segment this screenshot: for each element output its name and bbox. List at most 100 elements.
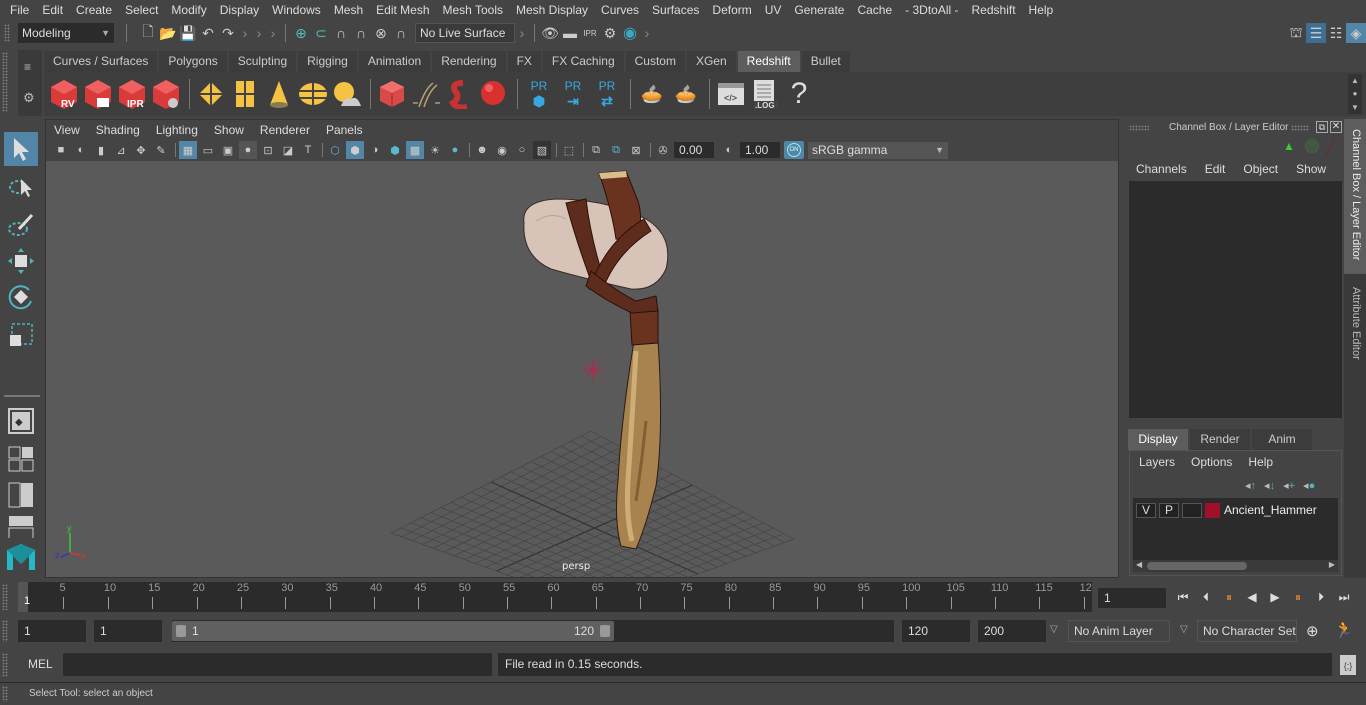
layer-visibility-toggle[interactable]: V <box>1136 502 1156 518</box>
collapse-arrow-icon[interactable]: › <box>266 23 280 43</box>
shelf-tab-rendering[interactable]: Rendering <box>432 51 506 72</box>
new-scene-icon[interactable]: 🗋 <box>138 23 158 43</box>
command-grip[interactable] <box>2 653 8 677</box>
render-view-icon[interactable]: 👁 <box>540 23 560 43</box>
anti-aliasing-icon[interactable]: ○ <box>513 141 531 159</box>
shadows-icon[interactable]: ● <box>446 141 464 159</box>
paint-select-tool[interactable] <box>4 208 38 242</box>
playback-start-field[interactable]: 1 <box>94 620 162 642</box>
menu-surfaces[interactable]: Surfaces <box>652 3 699 17</box>
hud-icon[interactable]: ⊠ <box>627 141 645 159</box>
redshift-ipr-icon[interactable]: IPR <box>116 76 148 112</box>
layer-tab-anim[interactable]: Anim <box>1252 429 1312 450</box>
horizontal-scrollbar[interactable]: ◀ ▶ <box>1133 560 1338 572</box>
scroll-up-icon[interactable]: ▲ <box>1351 76 1359 85</box>
move-layer-down-icon[interactable]: ◂↓ <box>1264 479 1275 492</box>
modeling-toolkit-icon[interactable]: ⛫ <box>1286 23 1306 43</box>
exposure-field[interactable]: 0.00 <box>674 142 714 158</box>
channel-box-menu-show[interactable]: Show <box>1296 162 1326 176</box>
grip-handle[interactable] <box>1129 125 1149 131</box>
resolution-gate-icon[interactable]: ▣ <box>219 141 237 159</box>
snap-curve-icon[interactable]: ⊂ <box>311 23 331 43</box>
step-back-frame-icon[interactable]: ⏴ <box>1197 588 1215 606</box>
bookmark-icon[interactable]: ▮ <box>92 141 110 159</box>
menu-generate[interactable]: Generate <box>794 3 844 17</box>
start-time-field[interactable]: 1 <box>18 620 86 642</box>
collapse-arrow-icon[interactable]: › <box>640 23 654 43</box>
render-frame-icon[interactable]: ▬ <box>560 23 580 43</box>
redshift-sun-sky-icon[interactable] <box>331 76 363 112</box>
layer-editor-menu-layers[interactable]: Layers <box>1139 455 1175 469</box>
xray-icon[interactable]: ⬢ <box>386 141 404 159</box>
menu-redshift[interactable]: Redshift <box>972 3 1016 17</box>
motion-blur-icon[interactable]: ◉ <box>493 141 511 159</box>
layer-row[interactable]: V P Ancient_Hammer <box>1133 501 1338 519</box>
redo-icon[interactable]: ↷ <box>218 23 238 43</box>
select-tool[interactable] <box>4 132 38 166</box>
shelf-tab-curves-surfaces[interactable]: Curves / Surfaces <box>44 51 158 72</box>
tab-attribute-editor[interactable]: Attribute Editor <box>1344 279 1366 379</box>
character-set-dropdown[interactable]: No Character Set <box>1197 620 1297 642</box>
shelf-grip[interactable] <box>2 52 8 112</box>
attribute-editor-toggle-icon[interactable]: ☰ <box>1306 23 1326 43</box>
step-forward-frame-icon[interactable]: ⏵ <box>1312 588 1330 606</box>
speed-icon[interactable] <box>1305 139 1319 153</box>
redshift-area-light-icon[interactable] <box>229 76 261 112</box>
snap-grid-icon[interactable]: ⊕ <box>291 23 311 43</box>
wireframe-icon[interactable]: ⬡ <box>326 141 344 159</box>
close-icon[interactable]: ✕ <box>1330 121 1342 133</box>
menu-create[interactable]: Create <box>76 3 112 17</box>
menu-edit-mesh[interactable]: Edit Mesh <box>376 3 429 17</box>
xray-joints-icon[interactable]: ⧉ <box>587 141 605 159</box>
pr-sync-icon[interactable]: PR ⇄ <box>591 76 623 112</box>
ambient-occlusion-icon[interactable]: ☻ <box>473 141 491 159</box>
tool-settings-toggle-icon[interactable]: ☷ <box>1326 23 1346 43</box>
menu-deform[interactable]: Deform <box>712 3 751 17</box>
layer-editor-menu-help[interactable]: Help <box>1248 455 1273 469</box>
manipulator-icon[interactable]: ▲ <box>1283 139 1295 153</box>
menu-curves[interactable]: Curves <box>601 3 639 17</box>
playback-end-field[interactable]: 120 <box>902 620 970 642</box>
grip-handle[interactable] <box>4 24 10 42</box>
anim-layer-dropdown-icon[interactable]: ▽ <box>1050 624 1058 635</box>
range-end-handle[interactable] <box>600 625 610 637</box>
snap-view-plane-icon[interactable]: ∩ <box>351 23 371 43</box>
shelf-tab-fx-caching[interactable]: FX Caching <box>542 51 624 72</box>
step-back-key-icon[interactable]: ⏸ <box>1220 588 1238 606</box>
shelf-tab-polygons[interactable]: Polygons <box>159 51 227 72</box>
menu-mesh[interactable]: Mesh <box>334 3 363 17</box>
viewport-menu-renderer[interactable]: Renderer <box>260 123 310 137</box>
move-tool[interactable] <box>4 244 38 278</box>
scroll-thumb[interactable] <box>1147 562 1247 570</box>
four-pane-layout[interactable] <box>4 442 38 476</box>
2d-pan-zoom-icon[interactable]: ✥ <box>132 141 150 159</box>
redshift-batch-icon[interactable] <box>82 76 114 112</box>
menu-edit[interactable]: Edit <box>42 3 63 17</box>
go-to-end-icon[interactable]: ⏭ <box>1335 588 1353 606</box>
shelf-tab-bullet[interactable]: Bullet <box>801 51 850 72</box>
lasso-tool[interactable] <box>4 170 38 204</box>
field-chart-icon[interactable]: ⊡ <box>259 141 277 159</box>
mode-dropdown[interactable]: Modeling ▼ <box>18 23 114 43</box>
film-gate-icon[interactable]: ▭ <box>199 141 217 159</box>
viewport-menu-panels[interactable]: Panels <box>326 123 363 137</box>
shelf-menu-icon[interactable]: ≡ <box>24 60 31 74</box>
redshift-script-icon[interactable]: </> <box>715 76 747 112</box>
shelf-tab-animation[interactable]: Animation <box>358 51 431 72</box>
end-time-field[interactable]: 200 <box>978 620 1046 642</box>
scroll-left-icon[interactable]: ◀ <box>1136 560 1142 569</box>
tab-channel-box[interactable]: Channel Box / Layer Editor <box>1344 119 1366 274</box>
hypershade-icon[interactable]: ◉ <box>620 23 640 43</box>
safe-action-icon[interactable]: ◪ <box>279 141 297 159</box>
channel-box-menu-edit[interactable]: Edit <box>1205 162 1226 176</box>
redshift-dome-light-icon[interactable] <box>297 76 329 112</box>
viewport-menu-show[interactable]: Show <box>214 123 244 137</box>
pr-create-icon[interactable]: PR ⬢ <box>523 76 555 112</box>
layer-tab-render[interactable]: Render <box>1190 429 1250 450</box>
shelf-tab-redshift[interactable]: Redshift <box>737 51 800 72</box>
slash-icon[interactable]: ╱ <box>1326 139 1334 156</box>
helpline-grip[interactable] <box>2 686 8 702</box>
render-settings-icon[interactable]: ⚙ <box>600 23 620 43</box>
color-management-toggle[interactable]: ON <box>784 141 804 159</box>
channel-box-toggle-icon[interactable]: ◈ <box>1346 23 1366 43</box>
